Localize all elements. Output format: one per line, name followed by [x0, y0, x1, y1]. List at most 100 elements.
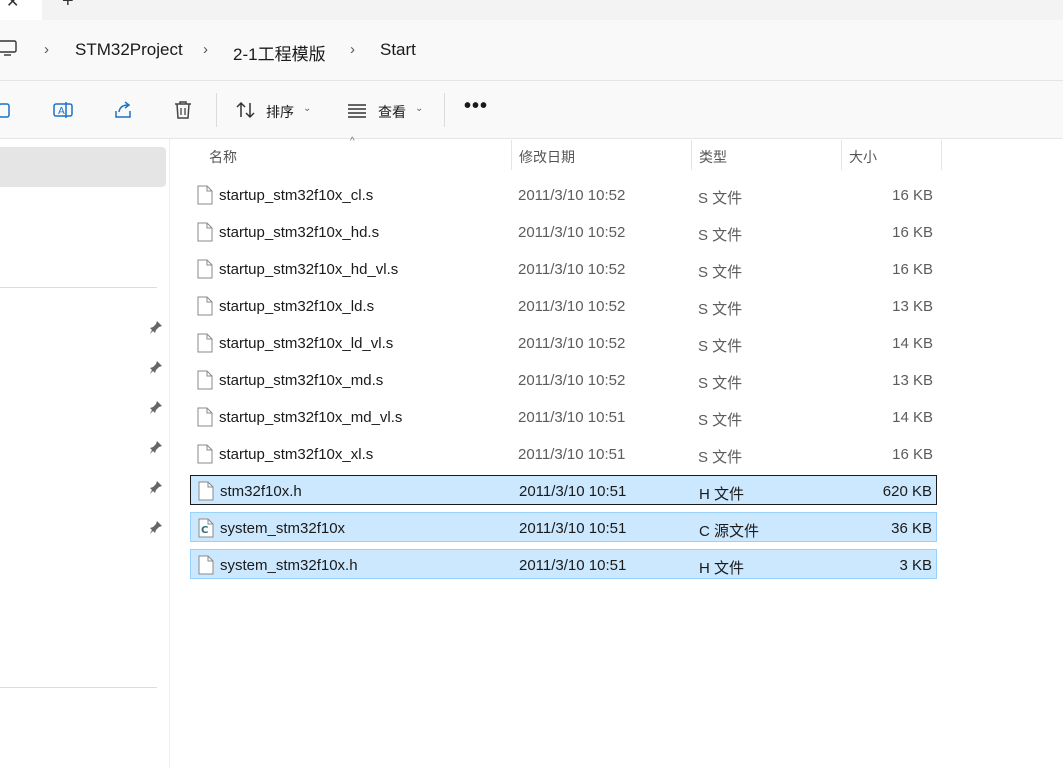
file-name: startup_stm32f10x_md.s [219, 372, 384, 389]
breadcrumb-item-project[interactable]: STM32Project [75, 40, 183, 60]
file-date: 2011/3/10 10:51 [519, 557, 627, 574]
nav-divider [0, 287, 157, 288]
file-name: startup_stm32f10x_md_vl.s [219, 409, 403, 426]
file-row[interactable]: startup_stm32f10x_hd_vl.s 2011/3/10 10:5… [190, 254, 937, 284]
column-separator[interactable] [511, 140, 512, 170]
file-date: 2011/3/10 10:52 [518, 372, 626, 389]
file-date: 2011/3/10 10:51 [518, 409, 626, 426]
file-type: S 文件 [698, 449, 743, 466]
column-separator[interactable] [941, 140, 942, 170]
file-type: S 文件 [698, 264, 743, 281]
chevron-down-icon[interactable]: ⌄ [415, 103, 423, 114]
svg-text:A: A [58, 106, 65, 117]
column-header-date[interactable]: 修改日期 [519, 147, 575, 167]
file-icon [197, 407, 213, 427]
file-type: S 文件 [698, 338, 743, 355]
file-size: 16 KB [892, 261, 933, 278]
file-icon [197, 370, 213, 390]
file-icon [197, 259, 213, 279]
file-row[interactable]: startup_stm32f10x_md_vl.s 2011/3/10 10:5… [190, 402, 937, 432]
new-tab-button[interactable]: + [62, 0, 74, 13]
nav-item-selected[interactable] [0, 147, 166, 187]
column-header-type[interactable]: 类型 [699, 147, 727, 167]
file-icon [198, 481, 214, 501]
file-icon [197, 444, 213, 464]
pin-icon[interactable] [149, 440, 163, 454]
active-tab[interactable]: ✕ [0, 0, 42, 20]
file-date: 2011/3/10 10:52 [518, 187, 626, 204]
file-row[interactable]: startup_stm32f10x_hd.s 2011/3/10 10:52 S… [190, 217, 937, 247]
file-size: 16 KB [892, 187, 933, 204]
pin-icon[interactable] [149, 320, 163, 334]
file-name: system_stm32f10x.h [220, 557, 358, 574]
more-options-button[interactable]: ••• [464, 95, 488, 118]
file-row-selected[interactable]: system_stm32f10x.h 2011/3/10 10:51 H 文件 … [190, 549, 937, 579]
file-size: 3 KB [899, 557, 932, 574]
file-row-selected[interactable]: C system_stm32f10x 2011/3/10 10:51 C 源文件… [190, 512, 937, 542]
nav-divider [0, 687, 157, 688]
delete-icon[interactable] [172, 99, 194, 121]
copy-icon[interactable] [0, 99, 16, 121]
file-name: stm32f10x.h [220, 483, 302, 500]
file-size: 620 KB [882, 483, 932, 500]
breadcrumb-chevron-icon[interactable]: › [350, 41, 355, 58]
column-separator[interactable] [691, 140, 692, 170]
file-icon [198, 555, 214, 575]
file-date: 2011/3/10 10:51 [519, 520, 627, 537]
file-date: 2011/3/10 10:51 [519, 483, 627, 500]
view-icon[interactable] [346, 99, 368, 121]
pin-icon[interactable] [149, 400, 163, 414]
file-size: 16 KB [892, 224, 933, 241]
file-row[interactable]: startup_stm32f10x_cl.s 2011/3/10 10:52 S… [190, 180, 937, 210]
file-icon [197, 185, 213, 205]
file-type: S 文件 [698, 190, 743, 207]
sort-indicator-icon: ^ [350, 136, 355, 147]
c-source-file-icon: C [198, 518, 214, 538]
column-header-name[interactable]: 名称 [209, 147, 237, 167]
file-type: S 文件 [698, 227, 743, 244]
toolbar-separator [216, 93, 217, 127]
file-row[interactable]: startup_stm32f10x_ld.s 2011/3/10 10:52 S… [190, 291, 937, 321]
pin-icon[interactable] [149, 520, 163, 534]
pin-icon[interactable] [149, 360, 163, 374]
pin-icon[interactable] [149, 480, 163, 494]
file-type: S 文件 [698, 412, 743, 429]
file-row[interactable]: startup_stm32f10x_xl.s 2011/3/10 10:51 S… [190, 439, 937, 469]
file-type: S 文件 [698, 375, 743, 392]
breadcrumb-item-template[interactable]: 2-1工程模版 [233, 40, 326, 65]
file-size: 14 KB [892, 335, 933, 352]
toolbar-separator [444, 93, 445, 127]
rename-icon[interactable]: A [52, 99, 74, 121]
file-row-selected[interactable]: stm32f10x.h 2011/3/10 10:51 H 文件 620 KB [190, 475, 937, 505]
file-row[interactable]: startup_stm32f10x_ld_vl.s 2011/3/10 10:5… [190, 328, 937, 358]
file-date: 2011/3/10 10:52 [518, 224, 626, 241]
file-date: 2011/3/10 10:52 [518, 298, 626, 315]
tab-strip: ✕ + [0, 0, 1063, 20]
file-size: 13 KB [892, 298, 933, 315]
column-separator[interactable] [841, 140, 842, 170]
breadcrumb-chevron-icon[interactable]: › [203, 41, 208, 58]
file-row[interactable]: startup_stm32f10x_md.s 2011/3/10 10:52 S… [190, 365, 937, 395]
column-header-size[interactable]: 大小 [849, 147, 877, 167]
file-icon [197, 296, 213, 316]
share-icon[interactable] [112, 99, 134, 121]
file-icon [197, 333, 213, 353]
address-bar[interactable]: › STM32Project › 2-1工程模版 › Start [0, 20, 1063, 81]
file-type: H 文件 [699, 560, 745, 577]
file-name: startup_stm32f10x_cl.s [219, 187, 374, 204]
sort-button[interactable]: 排序 [266, 102, 294, 122]
breadcrumb-item-start[interactable]: Start [380, 40, 416, 60]
file-name: startup_stm32f10x_hd.s [219, 224, 380, 241]
breadcrumb-chevron-icon[interactable]: › [44, 41, 49, 58]
command-bar: A 排序 ⌄ 查看 ⌄ ••• [0, 81, 1063, 139]
file-size: 14 KB [892, 409, 933, 426]
computer-icon[interactable] [0, 40, 18, 56]
view-button[interactable]: 查看 [378, 102, 406, 122]
file-name: startup_stm32f10x_xl.s [219, 446, 374, 463]
close-tab-icon[interactable]: ✕ [6, 0, 19, 12]
chevron-down-icon[interactable]: ⌄ [303, 103, 311, 114]
file-date: 2011/3/10 10:52 [518, 335, 626, 352]
sort-icon[interactable] [235, 99, 257, 121]
file-date: 2011/3/10 10:52 [518, 261, 626, 278]
file-size: 36 KB [891, 520, 932, 537]
